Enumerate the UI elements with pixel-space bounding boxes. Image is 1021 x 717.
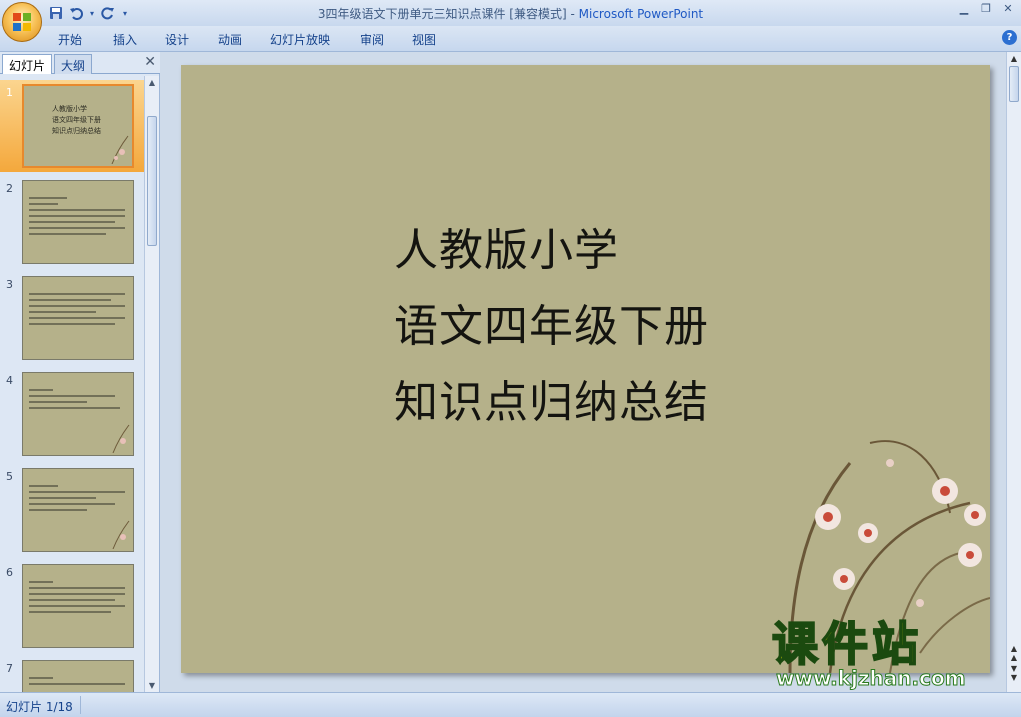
tab-view[interactable]: 视图 (412, 31, 436, 48)
blossom-icon (815, 504, 841, 530)
title-line-2: 语文四年级下册 (394, 301, 709, 352)
slide-thumbnail-1[interactable]: 1 人教版小学 语文四年级下册 知识点归纳总结 (0, 80, 144, 172)
slide-thumbnail-2[interactable]: 2 (0, 176, 144, 268)
tab-outline[interactable]: 大纲 (54, 54, 93, 74)
slide-thumbnail-4[interactable]: 4 (0, 368, 144, 460)
watermark-url: www.kjzhan.com (776, 666, 967, 691)
tab-slides[interactable]: 幻灯片 (2, 54, 53, 74)
slide-number: 3 (6, 278, 13, 291)
slide-number: 6 (6, 566, 13, 579)
status-separator (80, 696, 81, 714)
slide-number: 4 (6, 374, 13, 387)
slide-number: 5 (6, 470, 13, 483)
close-icon[interactable]: ✕ (1001, 2, 1015, 16)
thumbnail-scrollbar[interactable]: ▲ ▼ (144, 76, 159, 692)
slide-number: 7 (6, 662, 13, 675)
scroll-up-icon[interactable]: ▲ (147, 78, 157, 87)
scroll-down-icon[interactable]: ▼ (147, 681, 157, 690)
watermark: 课件站 www.kjzhan.com (770, 617, 1005, 696)
title-line-1: 人教版小学 (394, 225, 619, 276)
thumbnail-image: 人教版小学 语文四年级下册 知识点归纳总结 (22, 84, 134, 168)
window-controls: ▁ ❐ ✕ (957, 2, 1015, 16)
watermark-logo-text: 课件站 (771, 617, 922, 671)
slide-editor: 人教版小学 语文四年级下册 知识点归纳总结 (160, 52, 1006, 692)
scrollbar-thumb[interactable] (1009, 66, 1019, 102)
close-pane-icon[interactable]: ✕ (144, 54, 156, 70)
office-button[interactable] (2, 2, 42, 42)
thumbnail-image (22, 180, 134, 264)
scrollbar-thumb[interactable] (147, 116, 157, 246)
office-logo-icon (13, 13, 32, 32)
blossom-icon (858, 523, 878, 543)
flower-decoration-icon (112, 424, 130, 453)
status-bar: 幻灯片 1/18 (0, 692, 1021, 717)
blossom-icon (833, 568, 855, 590)
tab-animations[interactable]: 动画 (218, 31, 242, 48)
application-name: Microsoft PowerPoint (578, 7, 704, 21)
tab-design[interactable]: 设计 (165, 31, 189, 48)
slide-number: 1 (6, 86, 13, 99)
title-separator: - (566, 7, 579, 21)
slides-pane: 幻灯片 大纲 ✕ 1 人教版小学 语文四年级下册 知识点归纳总结 2 3 4 5… (0, 52, 160, 692)
tab-insert[interactable]: 插入 (113, 31, 137, 48)
title-bar: ▾ ▾ 3四年级语文下册单元三知识点课件 [兼容模式] - Microsoft … (0, 0, 1021, 26)
editor-scrollbar[interactable]: ▲ ▲ ▲ ▼ ▼ (1006, 52, 1021, 692)
slide-thumbnail-list: 1 人教版小学 语文四年级下册 知识点归纳总结 2 3 4 5 6 7 (0, 76, 144, 692)
pane-tabs: 幻灯片 大纲 ✕ (0, 52, 160, 74)
tab-review[interactable]: 审阅 (360, 31, 384, 48)
thumbnail-image (22, 660, 134, 692)
scroll-up-icon[interactable]: ▲ (1009, 54, 1019, 63)
document-name: 3四年级语文下册单元三知识点课件 [兼容模式] (317, 7, 567, 21)
thumbnail-image (22, 276, 134, 360)
slide-number: 2 (6, 182, 13, 195)
thumbnail-image (22, 372, 134, 456)
window-title: 3四年级语文下册单元三知识点课件 [兼容模式] - Microsoft Powe… (0, 5, 1021, 22)
title-line-3: 知识点归纳总结 (394, 377, 709, 428)
blossom-icon (932, 478, 958, 504)
thumbnail-image (22, 564, 134, 648)
slide-indicator: 幻灯片 1/18 (6, 700, 73, 714)
current-slide[interactable]: 人教版小学 语文四年级下册 知识点归纳总结 (181, 65, 990, 673)
slide-thumbnail-7[interactable]: 7 (0, 656, 144, 692)
blossom-icon (964, 504, 986, 526)
ribbon-tabs: 开始 插入 设计 动画 幻灯片放映 审阅 视图 ? (0, 26, 1021, 52)
tab-slide-show[interactable]: 幻灯片放映 (270, 31, 330, 48)
flower-decoration-icon (111, 135, 129, 164)
next-slide-icon[interactable]: ▼ ▼ (1009, 664, 1019, 682)
slide-thumbnail-5[interactable]: 5 (0, 464, 144, 556)
tab-home[interactable]: 开始 (58, 31, 82, 48)
previous-slide-icon[interactable]: ▲ ▲ (1009, 644, 1019, 662)
help-icon[interactable]: ? (1002, 30, 1017, 45)
flower-decoration-icon (112, 520, 130, 549)
slide-thumbnail-3[interactable]: 3 (0, 272, 144, 364)
blossom-icon (958, 543, 982, 567)
restore-icon[interactable]: ❐ (979, 2, 993, 16)
thumbnail-image (22, 468, 134, 552)
minimize-icon[interactable]: ▁ (957, 2, 971, 16)
thumbnail-text: 人教版小学 语文四年级下册 知识点归纳总结 (52, 105, 101, 135)
slide-thumbnail-6[interactable]: 6 (0, 560, 144, 652)
slide-title[interactable]: 人教版小学 语文四年级下册 知识点归纳总结 (394, 213, 709, 441)
